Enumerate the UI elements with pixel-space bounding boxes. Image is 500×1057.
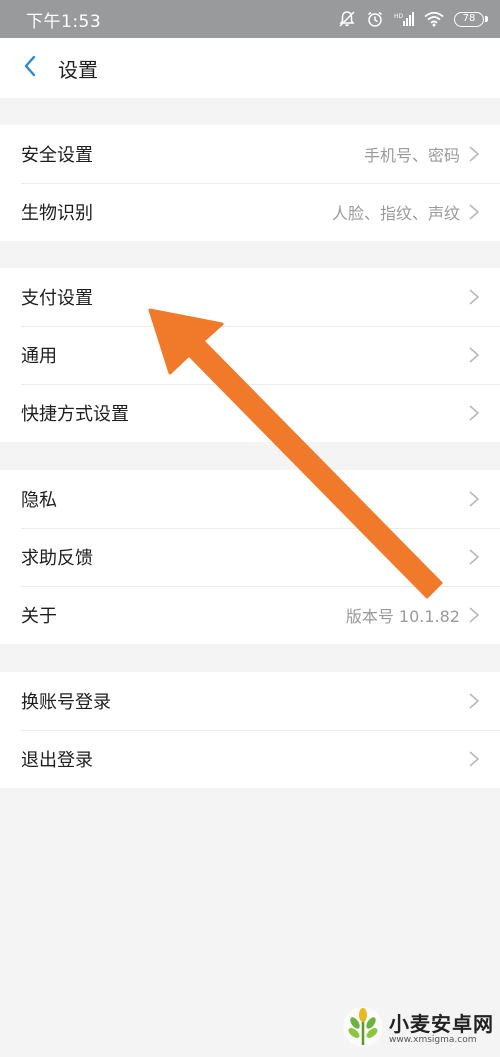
wheat-logo-icon (341, 1005, 385, 1053)
chevron-right-icon (469, 405, 480, 421)
settings-item-general[interactable]: 通用 (0, 326, 500, 384)
watermark-title: 小麦安卓网 (389, 1011, 494, 1036)
settings-item-value: 手机号、密码 (363, 146, 460, 165)
chevron-right-icon (469, 146, 480, 162)
settings-group-account: 换账号登录 退出登录 (0, 672, 500, 788)
chevron-right-icon (469, 751, 480, 767)
watermark-url: www.xmsigma.com (389, 1034, 477, 1045)
settings-group-general: 支付设置 通用 快捷方式设置 (0, 268, 500, 442)
settings-item-payment[interactable]: 支付设置 (0, 268, 500, 326)
chevron-right-icon (469, 607, 480, 623)
signal-icon: HD (394, 11, 414, 27)
settings-item-label: 隐私 (21, 490, 57, 511)
back-button[interactable] (0, 38, 58, 98)
chevron-right-icon (469, 289, 480, 305)
settings-item-security[interactable]: 安全设置 手机号、密码 (0, 125, 500, 183)
settings-item-logout[interactable]: 退出登录 (0, 730, 500, 788)
settings-item-value: 人脸、指纹、声纹 (331, 204, 460, 223)
battery-icon: 78 (454, 11, 488, 27)
battery-level: 78 (462, 13, 476, 24)
settings-item-label: 退出登录 (21, 750, 93, 771)
settings-item-value: 版本号 10.1.82 (345, 607, 460, 626)
alarm-icon (366, 10, 384, 28)
settings-group-about: 隐私 求助反馈 关于 版本号 10.1.82 (0, 470, 500, 644)
nav-bar: 设置 (0, 38, 500, 98)
settings-item-label: 安全设置 (21, 145, 93, 166)
chevron-right-icon (469, 204, 480, 220)
wifi-icon (424, 11, 444, 27)
watermark: 小麦安卓网 www.xmsigma.com (341, 1005, 494, 1053)
settings-item-privacy[interactable]: 隐私 (0, 470, 500, 528)
settings-item-label: 通用 (21, 346, 57, 367)
page-title: 设置 (58, 57, 98, 82)
settings-group-account-security: 安全设置 手机号、密码 生物识别 人脸、指纹、声纹 (0, 125, 500, 241)
settings-item-feedback[interactable]: 求助反馈 (0, 528, 500, 586)
chevron-right-icon (469, 549, 480, 565)
settings-item-about[interactable]: 关于 版本号 10.1.82 (0, 586, 500, 644)
chevron-right-icon (469, 347, 480, 363)
chevron-right-icon (469, 693, 480, 709)
mute-bell-icon (338, 10, 356, 28)
status-icons: HD 78 (338, 10, 488, 28)
settings-item-shortcuts[interactable]: 快捷方式设置 (0, 384, 500, 442)
settings-item-label: 生物识别 (21, 203, 93, 224)
chevron-left-icon (23, 55, 37, 81)
settings-item-label: 求助反馈 (21, 548, 93, 569)
settings-item-label: 支付设置 (21, 288, 93, 309)
status-bar: 下午1:53 HD 78 (0, 0, 500, 38)
svg-text:HD: HD (394, 13, 404, 20)
settings-item-label: 快捷方式设置 (21, 404, 129, 425)
settings-item-biometrics[interactable]: 生物识别 人脸、指纹、声纹 (0, 183, 500, 241)
settings-item-switch-account[interactable]: 换账号登录 (0, 672, 500, 730)
settings-item-label: 换账号登录 (21, 692, 111, 713)
chevron-right-icon (469, 491, 480, 507)
status-time: 下午1:53 (26, 11, 102, 32)
settings-item-label: 关于 (21, 606, 57, 627)
